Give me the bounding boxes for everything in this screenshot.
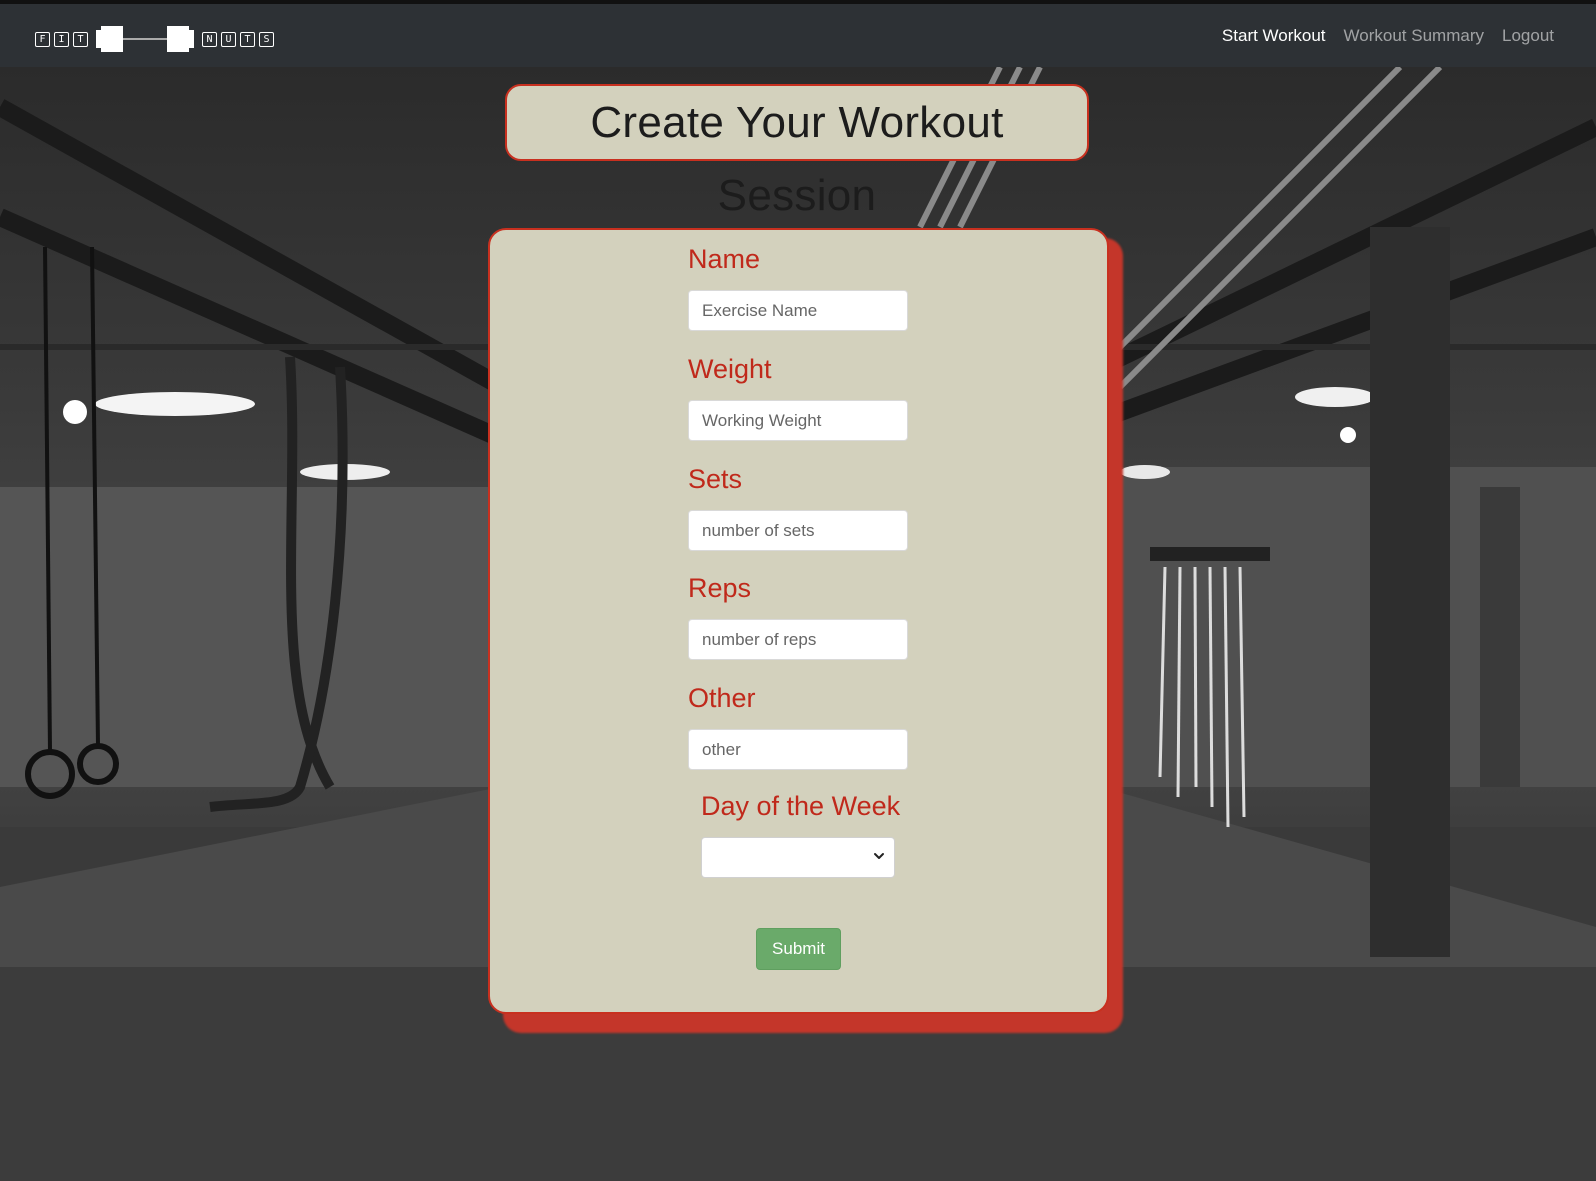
other-input[interactable] (688, 729, 908, 770)
other-label: Other (688, 683, 756, 713)
chevron-down-icon (874, 853, 884, 859)
brand-letter: F (35, 31, 50, 47)
brand-letter: S (259, 31, 274, 47)
sets-input[interactable] (688, 510, 908, 551)
day-of-week-label: Day of the Week (701, 791, 901, 821)
brand-letter: U (221, 31, 236, 47)
name-label: Name (688, 244, 761, 274)
page-title: Create Your Workout Session (505, 84, 1089, 220)
brand-letter: T (73, 31, 88, 47)
submit-button[interactable]: Submit (756, 928, 841, 970)
nav-logout-link[interactable]: Logout (1502, 26, 1554, 46)
sets-label: Sets (688, 464, 743, 494)
brand-letter: I (54, 31, 69, 47)
nav-workout-summary-link[interactable]: Workout Summary (1344, 26, 1484, 46)
day-of-week-select[interactable] (701, 837, 895, 878)
brand-logo[interactable]: F I T N U T S (35, 22, 278, 56)
weight-label: Weight (688, 354, 772, 384)
nav-links: Start Workout Workout Summary Logout (1222, 26, 1554, 46)
brand-letter: T (240, 31, 255, 47)
brand-letter: N (202, 31, 217, 47)
nav-start-workout-link[interactable]: Start Workout (1222, 26, 1326, 46)
reps-input[interactable] (688, 619, 908, 660)
navbar: F I T N U T S Start Workout Workout Summ… (0, 0, 1596, 67)
working-weight-input[interactable] (688, 400, 908, 441)
exercise-name-input[interactable] (688, 290, 908, 331)
barbell-icon (96, 26, 194, 52)
reps-label: Reps (688, 573, 752, 603)
